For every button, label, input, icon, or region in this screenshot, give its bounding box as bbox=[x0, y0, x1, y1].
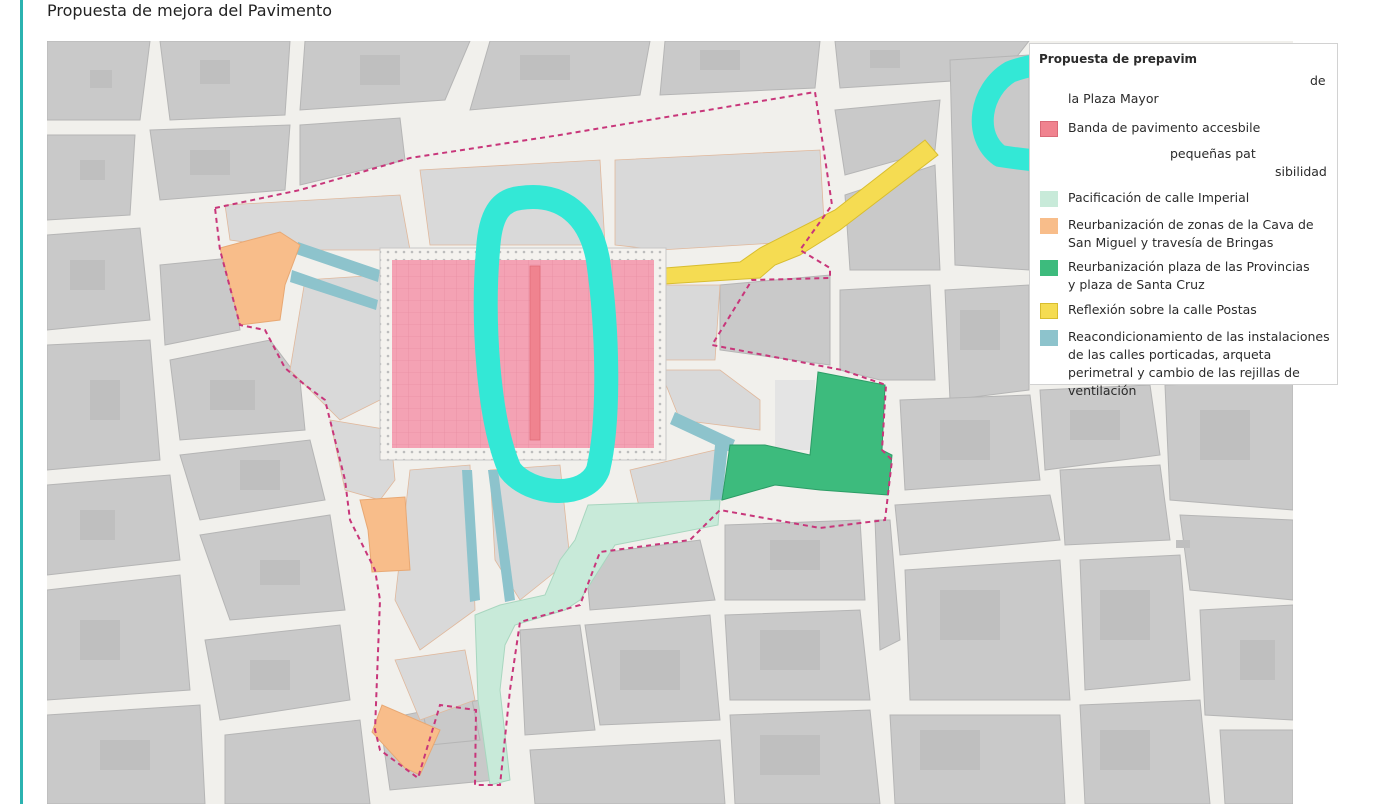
legend-item-plaza-provincias: Reurbanización plaza de las Provincias y… bbox=[1040, 258, 1332, 296]
legend-label: Reurbanización plaza de las Provincias y… bbox=[1068, 259, 1310, 292]
legend-label: pequeñas pat bbox=[1170, 146, 1256, 161]
plaza-mayor bbox=[379, 247, 667, 461]
legend-item-plaza-mayor: de la Plaza Mayor bbox=[1040, 72, 1332, 110]
swatch-light-green bbox=[1040, 191, 1058, 207]
legend-label: Reflexión sobre la calle Postas bbox=[1068, 302, 1257, 317]
legend-item-calle-postas: Reflexión sobre la calle Postas bbox=[1040, 301, 1332, 321]
swatch-blue bbox=[1040, 330, 1058, 346]
swatch-orange bbox=[1040, 218, 1058, 234]
legend-label: sibilidad bbox=[1275, 164, 1327, 179]
legend-label: Reacondicionamiento de las instalaciones… bbox=[1068, 329, 1330, 398]
swatch-yellow bbox=[1040, 303, 1058, 319]
legend-item-porticated-streets: Reacondicionamiento de las instalaciones… bbox=[1040, 328, 1332, 398]
map-legend: Propuesta de prepavim de la Plaza Mayor … bbox=[1029, 43, 1338, 398]
legend-item-cava-san-miguel: Reurbanización de zonas de la Cava de Sa… bbox=[1040, 216, 1332, 254]
legend-label: Banda de pavimento accesbile bbox=[1068, 120, 1261, 135]
legend-item-calle-imperial: Pacificación de calle Imperial bbox=[1040, 189, 1332, 209]
swatch-pink bbox=[1040, 121, 1058, 137]
legend-item-small-patios: pequeñas pat sibilidad bbox=[1040, 145, 1332, 181]
legend-item-accessible-band: Banda de pavimento accesbile bbox=[1040, 119, 1332, 139]
swatch-green bbox=[1040, 260, 1058, 276]
legend-title: Propuesta de prepavim bbox=[1039, 52, 1198, 66]
accessible-pavement-band bbox=[529, 265, 541, 441]
legend-label: Pacificación de calle Imperial bbox=[1068, 190, 1250, 205]
legend-label: la Plaza Mayor bbox=[1068, 91, 1159, 106]
legend-label: de bbox=[1310, 73, 1326, 88]
legend-label: Reurbanización de zonas de la Cava de Sa… bbox=[1068, 217, 1314, 250]
